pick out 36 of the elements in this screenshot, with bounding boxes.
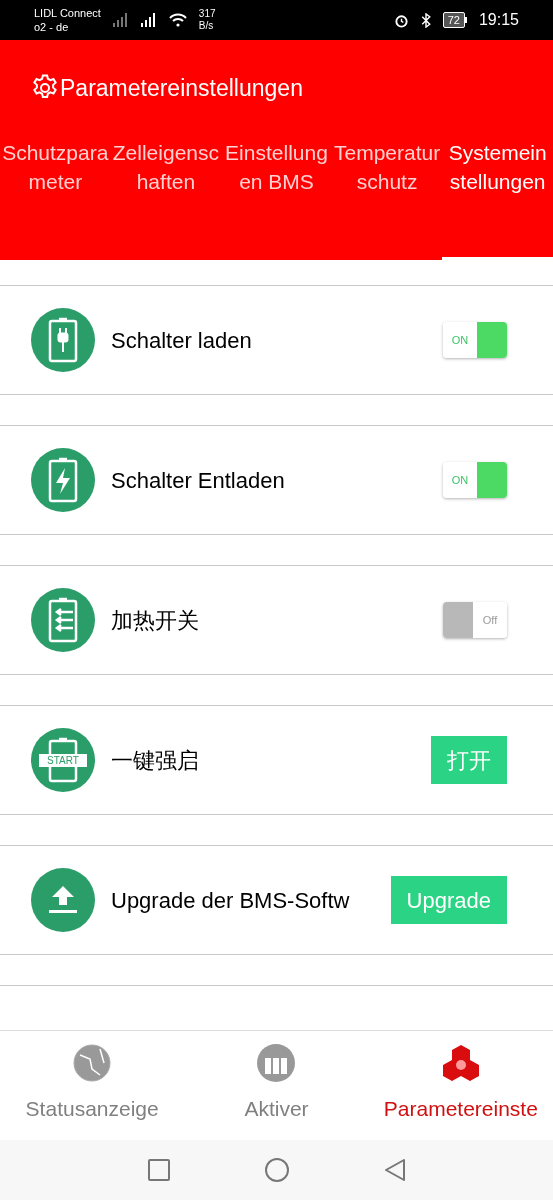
setting-label: Schalter laden <box>111 326 252 355</box>
lightning-battery-icon <box>31 448 95 512</box>
tab[interactable]: Schutzparameter <box>0 136 111 260</box>
carrier-name: LIDL Connect <box>34 6 101 20</box>
setting-label: Upgrade der BMS-Softw <box>111 886 350 915</box>
alarm-icon <box>393 12 409 28</box>
tab[interactable]: Einstellungen BMS <box>221 136 332 260</box>
tab[interactable]: Temperaturschutz <box>331 136 443 260</box>
page-title: Parametereinstellungen <box>60 73 303 103</box>
square-icon[interactable] <box>147 1159 170 1181</box>
setting-label: 一键强启 <box>111 746 199 775</box>
charging-battery-icon <box>31 308 95 372</box>
nav-item[interactable]: Parametereinste <box>368 1043 553 1125</box>
tab[interactable]: Systemeinstellungen <box>442 136 553 260</box>
action-button[interactable]: 打开 <box>431 736 507 784</box>
back-icon[interactable] <box>383 1158 406 1182</box>
setting-label: Schalter Entladen <box>111 466 285 495</box>
clock: 19:15 <box>478 10 519 30</box>
circle-icon[interactable] <box>264 1158 289 1182</box>
speed-unit: B/s <box>198 20 215 32</box>
nav-item[interactable]: Statusanzeige <box>0 1043 185 1125</box>
network-speed: 317 <box>198 8 216 20</box>
tab[interactable]: Zelleigenschaften <box>110 136 222 260</box>
signal-icon <box>112 13 129 27</box>
network-name: o2 - de <box>34 20 70 34</box>
heating-battery-icon <box>31 588 95 652</box>
setting-label: 加热开关 <box>111 606 199 635</box>
bluetooth-icon <box>420 12 431 28</box>
nav-item[interactable]: Aktiver <box>184 1043 369 1125</box>
cubes-icon <box>440 1043 481 1083</box>
signal-icon <box>140 13 157 27</box>
upload-icon <box>31 868 95 932</box>
action-button[interactable]: Upgrade <box>390 876 507 924</box>
battery-icon: 72 <box>442 12 467 28</box>
start-battery-icon: START <box>31 728 95 792</box>
wifi-icon <box>168 13 187 27</box>
